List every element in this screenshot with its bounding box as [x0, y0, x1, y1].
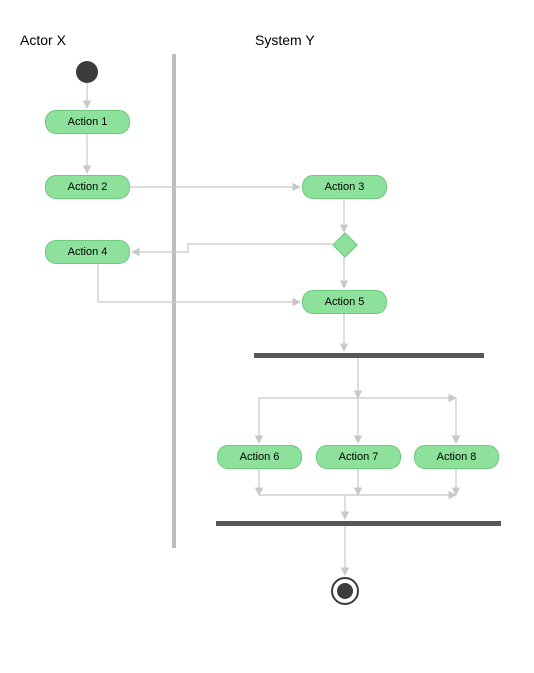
activity-a8: Action 8 [414, 445, 499, 469]
lane-header-actor: Actor X [20, 32, 66, 48]
swimlane-divider [172, 54, 176, 548]
fork-bar [254, 353, 484, 358]
join-bar [216, 521, 501, 526]
activity-a3: Action 3 [302, 175, 387, 199]
final-node-inner [337, 583, 353, 599]
activity-a2: Action 2 [45, 175, 130, 199]
activity-a6: Action 6 [217, 445, 302, 469]
activity-a5: Action 5 [302, 290, 387, 314]
activity-a1: Action 1 [45, 110, 130, 134]
initial-node [76, 61, 98, 83]
activity-diagram: Actor X System Y Action 1 Action 2 Actio… [0, 0, 534, 673]
edges [0, 0, 534, 673]
edge-decision-a4 [132, 244, 334, 252]
decision-node [332, 232, 357, 257]
lane-header-system: System Y [255, 32, 315, 48]
activity-a7: Action 7 [316, 445, 401, 469]
edge-a4-a5 [98, 264, 300, 302]
activity-a4: Action 4 [45, 240, 130, 264]
